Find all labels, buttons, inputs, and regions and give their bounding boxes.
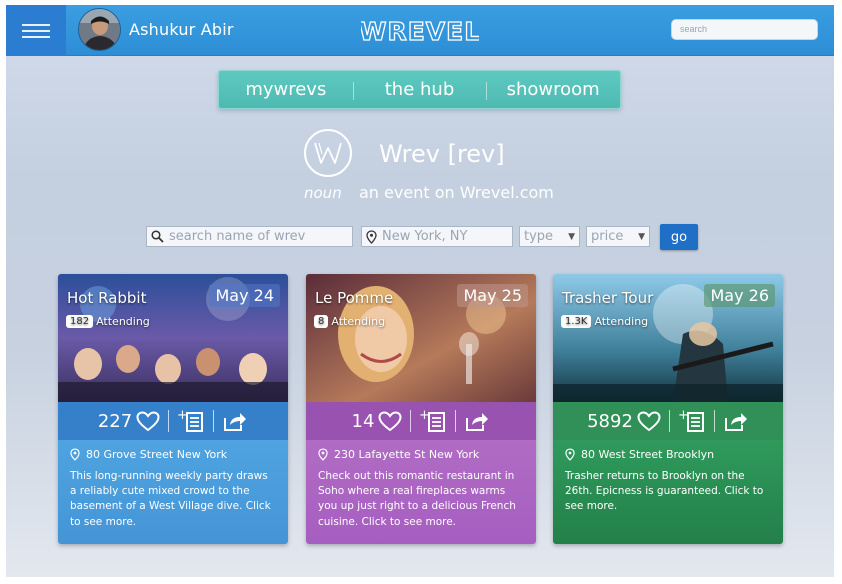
heart-icon [637, 410, 661, 431]
divider [713, 410, 715, 432]
event-address: 230 Lafayette St New York [334, 448, 480, 461]
attending-label: Attending [594, 315, 649, 328]
definition-meaning: an event on Wrevel.com [359, 183, 554, 202]
share-icon[interactable] [222, 410, 248, 432]
location-pin-icon [70, 448, 80, 461]
event-address: 80 West Street Brooklyn [581, 448, 715, 461]
event-date-badge: May 24 [209, 284, 280, 307]
heart-icon [378, 410, 402, 431]
tab-mywrevs[interactable]: mywrevs [219, 79, 353, 100]
price-select-label: price [591, 229, 624, 244]
attending-label: Attending [96, 315, 150, 328]
price-select[interactable]: price ▼ [586, 226, 650, 247]
event-card-le-pomme[interactable]: Le Pomme May 25 8 Attending 14 + 230 Laf… [306, 274, 536, 544]
like-button[interactable]: 14 [352, 411, 403, 432]
event-card-trasher-tour[interactable]: Trasher Tour May 26 1.3K Attending 5892 … [553, 274, 783, 544]
location-value: New York, NY [382, 229, 468, 244]
location-pin-icon [318, 448, 328, 461]
like-count: 5892 [587, 410, 633, 432]
event-address: 80 Grove Street New York [86, 448, 228, 461]
wrev-name-placeholder: search name of wrev [169, 229, 306, 244]
heart-icon [136, 410, 160, 431]
top-bar: Ashukur Abir WREVEL search [6, 5, 834, 56]
main-tabs: mywrevs the hub showroom [218, 70, 621, 109]
divider [668, 410, 670, 432]
w-circle-icon [304, 129, 352, 177]
like-count: 14 [351, 410, 375, 432]
action-bar: 14 + [306, 402, 536, 440]
tab-the-hub[interactable]: the hub [352, 79, 487, 100]
event-details: 230 Lafayette St New York Check out this… [306, 440, 536, 544]
event-description: This long-running weekly party draws a r… [70, 470, 271, 528]
event-address-row: 80 Grove Street New York [70, 448, 276, 461]
like-button[interactable]: 5892 [587, 411, 661, 432]
divider [213, 410, 215, 432]
chevron-down-icon: ▼ [568, 231, 575, 242]
event-details: 80 Grove Street New York This long-runni… [58, 440, 288, 544]
search-icon [151, 230, 164, 243]
attending-count: 1.3K [561, 315, 592, 328]
app-window: Ashukur Abir WREVEL search mywrevs the h… [6, 5, 834, 577]
event-date-badge: May 26 [704, 284, 775, 307]
action-bar: 5892 + [553, 402, 783, 440]
location-pin-icon [565, 448, 575, 461]
event-address-row: 80 West Street Brooklyn [565, 448, 771, 461]
chevron-down-icon: ▼ [638, 231, 645, 242]
attending-row: 1.3K Attending [561, 315, 648, 328]
like-button[interactable]: 227 [98, 411, 160, 432]
wrev-name-search-field[interactable]: search name of wrev [146, 226, 353, 247]
event-description: Trasher returns to Brooklyn on the 26th.… [565, 470, 764, 513]
share-icon[interactable] [723, 410, 749, 432]
logo-text: WREVEL [361, 17, 479, 46]
attending-count: 182 [66, 315, 94, 328]
event-description: Check out this romantic restaurant in So… [318, 470, 516, 528]
divider [455, 410, 457, 432]
type-select-label: type [524, 229, 554, 244]
divider [168, 410, 170, 432]
divider [410, 410, 412, 432]
tab-showroom[interactable]: showroom [486, 79, 620, 100]
action-bar: 227 + [58, 402, 288, 440]
event-date-badge: May 25 [457, 284, 528, 307]
share-icon[interactable] [464, 410, 490, 432]
go-button[interactable]: go [660, 224, 698, 250]
wrevel-logo[interactable]: WREVEL [358, 14, 481, 48]
add-to-list-icon[interactable]: + [177, 409, 205, 433]
search-input[interactable]: search [671, 19, 818, 40]
definition-word: Wrev [rev] [379, 140, 505, 168]
username-label[interactable]: Ashukur Abir [129, 20, 234, 39]
event-details: 80 West Street Brooklyn Trasher returns … [553, 440, 783, 544]
event-title: Trasher Tour [562, 289, 654, 307]
attending-count: 8 [314, 315, 329, 328]
user-avatar[interactable] [78, 8, 121, 51]
add-to-list-icon[interactable]: + [678, 409, 706, 433]
type-select[interactable]: type ▼ [519, 226, 580, 247]
location-pin-icon [366, 229, 377, 244]
hamburger-menu-icon[interactable] [6, 5, 66, 56]
event-title: Le Pomme [315, 289, 394, 307]
attending-label: Attending [331, 315, 386, 328]
add-to-list-icon[interactable]: + [419, 409, 447, 433]
attending-row: 182 Attending [66, 315, 150, 328]
event-address-row: 230 Lafayette St New York [318, 448, 524, 461]
like-count: 227 [97, 410, 133, 432]
definition-part-of-speech: noun [304, 184, 342, 202]
event-title: Hot Rabbit [67, 289, 147, 307]
event-card-hot-rabbit[interactable]: Hot Rabbit May 24 182 Attending 227 + 80… [58, 274, 288, 544]
attending-row: 8 Attending [314, 315, 385, 328]
location-field[interactable]: New York, NY [361, 226, 513, 247]
